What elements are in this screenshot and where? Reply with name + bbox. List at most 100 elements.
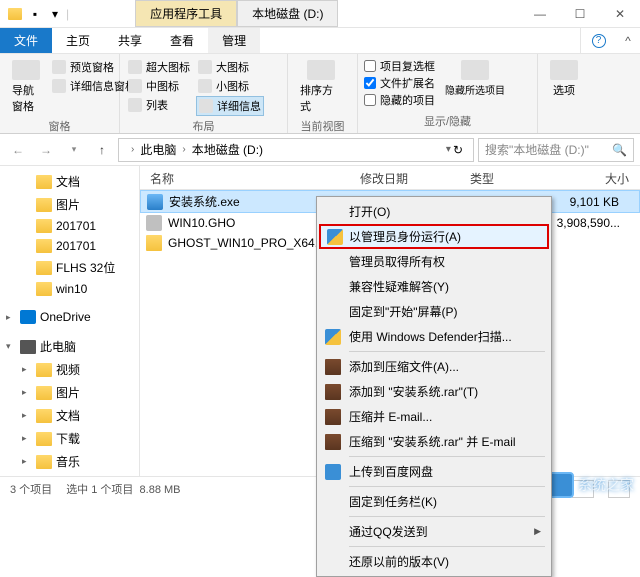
- forward-button[interactable]: →: [34, 138, 58, 162]
- menu-item[interactable]: 使用 Windows Defender扫描...: [319, 324, 549, 349]
- menu-item[interactable]: 固定到"开始"屏幕(P): [319, 299, 549, 324]
- sidebar-item[interactable]: 文档: [0, 170, 139, 193]
- shield-icon: [325, 329, 341, 345]
- context-tab-app-tools[interactable]: 应用程序工具: [135, 0, 237, 27]
- ribbon-group-layout: 超大图标 中图标 列表 大图标 小图标 详细信息 布局: [120, 54, 288, 133]
- menu-item[interactable]: 通过QQ发送到▶: [319, 519, 549, 544]
- sidebar-item[interactable]: 201701: [0, 236, 139, 256]
- menu-item-label: 压缩并 E-mail...: [349, 408, 432, 425]
- new-folder-icon[interactable]: ▾: [46, 5, 64, 23]
- exe-icon: [147, 194, 163, 210]
- sidebar-item[interactable]: 图片: [0, 193, 139, 216]
- maximize-button[interactable]: ☐: [560, 0, 600, 28]
- menu-item[interactable]: 还原以前的版本(V): [319, 549, 549, 574]
- column-header-name[interactable]: 名称: [140, 166, 350, 189]
- expand-icon[interactable]: ▸: [22, 456, 32, 467]
- expand-icon[interactable]: ▸: [6, 312, 16, 323]
- options-button[interactable]: 选项: [544, 58, 584, 129]
- menu-item[interactable]: 上传到百度网盘: [319, 459, 549, 484]
- sidebar-item[interactable]: ▸桌面: [0, 473, 139, 476]
- sidebar-item[interactable]: ▸ 文档: [0, 404, 139, 427]
- view-list-button[interactable]: 列表: [126, 96, 192, 114]
- tab-share[interactable]: 共享: [104, 28, 156, 53]
- sidebar-item[interactable]: 201701: [0, 216, 139, 236]
- menu-item-label: 添加到压缩文件(A)...: [349, 358, 459, 375]
- sidebar-item[interactable]: ▸视频: [0, 358, 139, 381]
- sidebar-item[interactable]: ▸OneDrive: [0, 307, 139, 327]
- menu-item[interactable]: 添加到压缩文件(A)...: [319, 354, 549, 379]
- hidden-items-toggle[interactable]: 隐藏的项目: [364, 92, 435, 108]
- sidebar-item-label: 文档: [56, 407, 80, 424]
- menu-item-label: 管理员取得所有权: [349, 253, 445, 270]
- chevron-right-icon[interactable]: ›: [131, 144, 134, 155]
- sidebar-item[interactable]: ▸下载: [0, 427, 139, 450]
- title-tab-drive: 本地磁盘 (D:): [237, 0, 338, 27]
- menu-item-label: 添加到 "安装系统.rar"(T): [349, 383, 478, 400]
- hide-selected-button[interactable]: 隐藏所选项目: [439, 58, 511, 111]
- expand-icon[interactable]: ▸: [22, 410, 32, 421]
- minimize-button[interactable]: —: [520, 0, 560, 28]
- sidebar-item[interactable]: ▸音乐: [0, 450, 139, 473]
- menu-item[interactable]: 压缩并 E-mail...: [319, 404, 549, 429]
- sort-by-button[interactable]: 排序方式: [294, 58, 347, 116]
- sidebar-item[interactable]: ▾此电脑: [0, 335, 139, 358]
- menu-item[interactable]: 固定到任务栏(K): [319, 489, 549, 514]
- thumbnails-view-button[interactable]: [608, 480, 630, 498]
- tab-view[interactable]: 查看: [156, 28, 208, 53]
- search-input[interactable]: 搜索"本地磁盘 (D:)" 🔍: [478, 138, 634, 162]
- close-button[interactable]: ✕: [600, 0, 640, 28]
- menu-item[interactable]: 以管理员身份运行(A): [319, 224, 549, 249]
- recent-button[interactable]: ▾: [62, 138, 86, 162]
- chevron-right-icon[interactable]: ›: [182, 144, 185, 155]
- up-button[interactable]: ↑: [90, 138, 114, 162]
- menu-item[interactable]: 管理员取得所有权: [319, 249, 549, 274]
- sidebar[interactable]: 文档图片201701201701FLHS 32位win10▸OneDrive▾此…: [0, 166, 140, 476]
- address-bar[interactable]: › 此电脑 › 本地磁盘 (D:) ▾ ↻: [118, 138, 474, 162]
- menu-item[interactable]: 兼容性疑难解答(Y): [319, 274, 549, 299]
- column-header-type[interactable]: 类型: [460, 166, 540, 189]
- ribbon-group-label: 窗格: [6, 116, 113, 134]
- expand-icon[interactable]: ▸: [22, 433, 32, 444]
- view-small-button[interactable]: 小图标: [196, 77, 264, 95]
- menu-item-label: 打开(O): [349, 203, 390, 220]
- sidebar-item-label: 201701: [56, 219, 96, 233]
- item-checkboxes-toggle[interactable]: 项目复选框: [364, 58, 435, 74]
- menu-item[interactable]: 打开(O): [319, 199, 549, 224]
- expand-icon[interactable]: ▸: [22, 387, 32, 398]
- sidebar-item[interactable]: win10: [0, 279, 139, 299]
- refresh-icon[interactable]: ↻: [453, 143, 463, 157]
- tab-manage[interactable]: 管理: [208, 28, 260, 53]
- menu-item-label: 上传到百度网盘: [349, 463, 433, 480]
- sidebar-item-label: win10: [56, 282, 87, 296]
- menu-item-label: 压缩到 "安装系统.rar" 并 E-mail: [349, 433, 516, 450]
- menu-separator: [349, 516, 545, 517]
- menu-item[interactable]: 添加到 "安装系统.rar"(T): [319, 379, 549, 404]
- collapse-ribbon-button[interactable]: ^: [616, 28, 640, 53]
- column-header-size[interactable]: 大小: [540, 166, 640, 189]
- view-details-button[interactable]: 详细信息: [196, 96, 264, 116]
- help-button[interactable]: ?: [580, 28, 616, 53]
- file-extensions-toggle[interactable]: 文件扩展名: [364, 75, 435, 91]
- details-view-button[interactable]: [572, 480, 594, 498]
- chevron-down-icon[interactable]: ▾: [446, 144, 451, 155]
- view-medium-button[interactable]: 中图标: [126, 77, 192, 95]
- expand-icon[interactable]: ▾: [6, 341, 16, 352]
- nav-pane-button[interactable]: 导航窗格: [6, 58, 46, 116]
- tab-home[interactable]: 主页: [52, 28, 104, 53]
- navbar: ← → ▾ ↑ › 此电脑 › 本地磁盘 (D:) ▾ ↻ 搜索"本地磁盘 (D…: [0, 134, 640, 166]
- file-tab[interactable]: 文件: [0, 28, 52, 53]
- sidebar-item[interactable]: FLHS 32位: [0, 256, 139, 279]
- view-large-button[interactable]: 大图标: [196, 58, 264, 76]
- properties-icon[interactable]: ▪: [26, 5, 44, 23]
- view-extra-large-button[interactable]: 超大图标: [126, 58, 192, 76]
- item-count: 3 个项目: [10, 481, 52, 497]
- expand-icon[interactable]: ▸: [22, 364, 32, 375]
- sidebar-item[interactable]: ▸图片: [0, 381, 139, 404]
- menu-item-label: 通过QQ发送到: [349, 523, 428, 540]
- back-button[interactable]: ←: [6, 138, 30, 162]
- menu-item[interactable]: 压缩到 "安装系统.rar" 并 E-mail: [319, 429, 549, 454]
- breadcrumb-segment[interactable]: 本地磁盘 (D:): [192, 141, 263, 158]
- column-header-date[interactable]: 修改日期: [350, 166, 460, 189]
- breadcrumb-segment[interactable]: 此电脑: [140, 141, 176, 158]
- pc-icon: [20, 340, 36, 354]
